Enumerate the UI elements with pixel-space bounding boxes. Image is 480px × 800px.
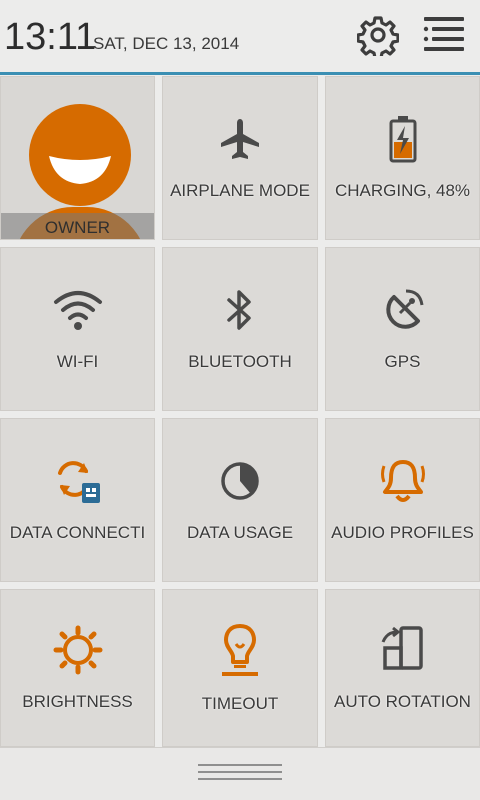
tile-label: BRIGHTNESS	[22, 692, 133, 711]
data-connection-icon	[1, 455, 154, 507]
tile-audio-profiles[interactable]: AUDIO PROFILES	[325, 418, 480, 582]
tile-label: OWNER	[44, 218, 111, 237]
battery-charging-icon	[326, 113, 479, 165]
tile-airplane-mode[interactable]: AIRPLANE MODE	[162, 76, 318, 240]
tile-label: DATA CONNECTI	[9, 523, 146, 542]
tile-charging[interactable]: CHARGING, 48%	[325, 76, 480, 240]
date-text: SAT, DEC 13, 2014	[93, 34, 240, 53]
wifi-icon	[1, 284, 154, 336]
airplane-icon	[163, 113, 317, 165]
panel-drag-handle[interactable]	[0, 747, 480, 800]
gear-icon	[356, 14, 400, 61]
user-avatar-icon	[29, 104, 131, 206]
lightbulb-icon	[163, 624, 317, 676]
tile-label: CHARGING, 48%	[334, 181, 471, 200]
tile-bluetooth[interactable]: BLUETOOTH	[162, 247, 318, 411]
bluetooth-icon	[163, 284, 317, 336]
tile-label: GPS	[384, 352, 421, 371]
tile-gps[interactable]: GPS	[325, 247, 480, 411]
tile-label: AIRPLANE MODE	[170, 181, 310, 200]
tile-label: BLUETOOTH	[188, 352, 292, 371]
quick-settings-list-button[interactable]	[418, 14, 466, 60]
tile-label: TIMEOUT	[201, 694, 279, 713]
rotation-icon	[326, 624, 479, 676]
tile-data-connection[interactable]: DATA CONNECTI	[0, 418, 155, 582]
tile-label: WI-FI	[56, 352, 99, 371]
settings-button[interactable]	[354, 14, 402, 60]
data-usage-icon	[163, 455, 317, 507]
tile-brightness[interactable]: BRIGHTNESS	[0, 589, 155, 747]
brightness-icon	[1, 624, 154, 676]
tile-label: AUDIO PROFILES	[331, 523, 474, 542]
status-header: 13:11 SAT, DEC 13, 2014	[0, 0, 480, 72]
tile-timeout[interactable]: TIMEOUT	[162, 589, 318, 747]
gps-satellite-icon	[326, 284, 479, 336]
tile-auto-rotation[interactable]: AUTO ROTATION	[325, 589, 480, 747]
list-settings-icon	[418, 15, 466, 60]
tile-label: DATA USAGE	[186, 523, 294, 542]
clock-time: 13:11	[4, 16, 97, 58]
tile-data-usage[interactable]: DATA USAGE	[162, 418, 318, 582]
quick-settings-grid: OWNER AIRPLANE MODE CHARGING, 48% WI-FI …	[0, 75, 480, 747]
tile-label: AUTO ROTATION	[334, 692, 471, 711]
tile-wifi[interactable]: WI-FI	[0, 247, 155, 411]
bell-icon	[326, 455, 479, 507]
tile-owner[interactable]: OWNER	[0, 76, 155, 240]
